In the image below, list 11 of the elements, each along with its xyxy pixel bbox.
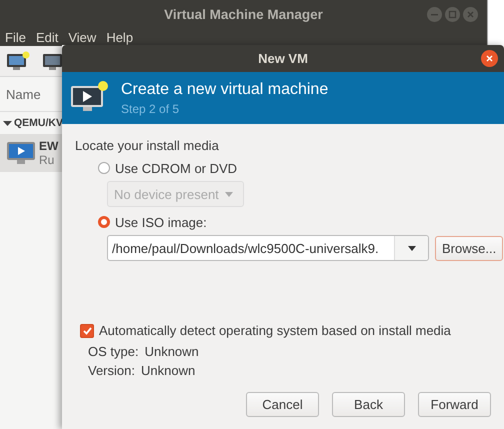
info-value: Unknown [144, 344, 199, 359]
info-label: Version: [88, 363, 135, 378]
window-title: Virtual Machine Manager [164, 6, 323, 22]
dialog-heading: Create a new virtual machine [121, 80, 328, 98]
step-indicator: Step 2 of 5 [121, 102, 180, 116]
vm-name: EW [39, 139, 58, 153]
dialog-title: New VM [258, 51, 308, 66]
info-value: Unknown [140, 363, 196, 378]
info-label: OS type: [88, 344, 139, 359]
vm-status: Ru [39, 153, 56, 167]
section-label: Locate your install media [75, 138, 220, 153]
